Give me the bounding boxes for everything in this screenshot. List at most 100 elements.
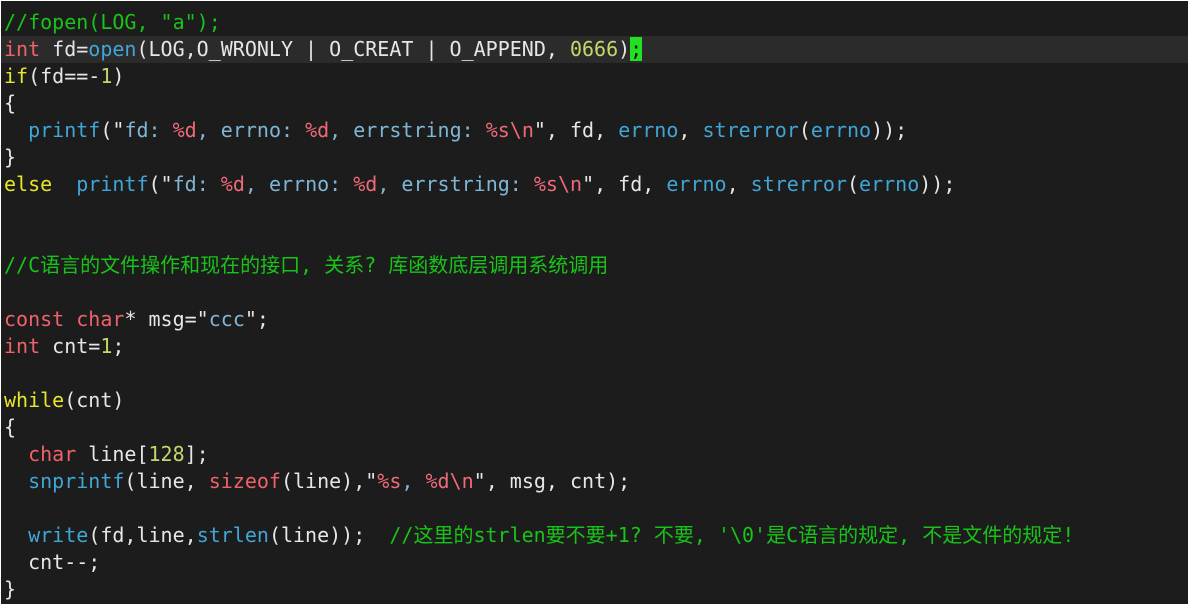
code-token-fmt: %s bbox=[377, 469, 402, 493]
code-token-plain: } bbox=[4, 145, 17, 169]
code-token-fn: printf bbox=[76, 172, 149, 196]
code-line[interactable] bbox=[4, 360, 1188, 387]
code-token-num: 0666 bbox=[569, 37, 619, 61]
code-line[interactable]: { bbox=[4, 90, 1188, 117]
code-token-fn: strerror bbox=[750, 172, 847, 196]
code-line[interactable]: else printf("fd: %d, errno: %d, errstrin… bbox=[4, 171, 1188, 198]
code-token-plain: { bbox=[4, 91, 17, 115]
code-token-str: , errno: bbox=[244, 172, 354, 196]
code-line[interactable] bbox=[4, 279, 1188, 306]
code-token-fn: write bbox=[28, 523, 89, 547]
code-token-str: , bbox=[401, 469, 426, 493]
code-token-fn: errno bbox=[618, 118, 679, 142]
code-token-plain: (LOG,O_WRONLY | O_CREAT | O_APPEND, bbox=[136, 37, 570, 61]
current-code-line[interactable]: int fd=open(LOG,O_WRONLY | O_CREAT | O_A… bbox=[1, 36, 1188, 63]
code-token-str: , errstring: bbox=[377, 172, 534, 196]
code-line[interactable] bbox=[4, 225, 1188, 252]
code-token-plain: (fd,line, bbox=[88, 523, 197, 547]
code-token-str: , errstring: bbox=[329, 118, 486, 142]
code-token-plain: ", fd, bbox=[582, 172, 667, 196]
code-token-plain: (" bbox=[148, 172, 173, 196]
code-token-fmt: %d bbox=[220, 172, 245, 196]
code-token-plain: cnt= bbox=[40, 334, 101, 358]
code-token-num: 128 bbox=[148, 442, 185, 466]
code-token-plain: } bbox=[4, 577, 17, 601]
code-line[interactable]: char line[128]; bbox=[4, 441, 1188, 468]
code-token-plain: { bbox=[4, 415, 17, 439]
code-token-plain: (" bbox=[100, 118, 125, 142]
code-token-ctrl: else bbox=[4, 172, 53, 196]
code-token-plain: (line, bbox=[124, 469, 209, 493]
code-token-fmt: %d\n bbox=[425, 469, 474, 493]
code-line[interactable]: } bbox=[4, 144, 1188, 171]
code-token-fmt: %s\n bbox=[485, 118, 534, 142]
code-token-fn: errno bbox=[666, 172, 727, 196]
text-cursor: ; bbox=[630, 37, 643, 61]
code-token-str: ccc bbox=[208, 307, 245, 331]
code-token-fn: strlen bbox=[196, 523, 269, 547]
code-line[interactable]: snprintf(line, sizeof(line),"%s, %d\n", … bbox=[4, 468, 1188, 495]
code-token-type: char bbox=[28, 442, 77, 466]
code-line[interactable]: //C语言的文件操作和现在的接口, 关系? 库函数底层调用系统调用 bbox=[4, 252, 1188, 279]
code-token-plain: ) bbox=[112, 64, 125, 88]
code-token-plain: ", fd, bbox=[533, 118, 619, 142]
code-token-type: char bbox=[76, 307, 125, 331]
code-line[interactable] bbox=[4, 198, 1188, 225]
code-line[interactable]: //fopen(LOG, "a"); bbox=[4, 9, 1188, 36]
code-area[interactable]: //fopen(LOG, "a"); int fd=open(LOG,O_WRON… bbox=[1, 9, 1188, 603]
code-token-fn: errno bbox=[859, 172, 920, 196]
code-token-fn: strerror bbox=[702, 118, 799, 142]
code-token-fmt: %d bbox=[353, 172, 378, 196]
code-line[interactable]: cnt--; bbox=[4, 549, 1188, 576]
code-token-num: 1 bbox=[100, 64, 113, 88]
code-token-ctrl: if bbox=[4, 64, 29, 88]
code-token-fmt: %s\n bbox=[533, 172, 583, 196]
code-line[interactable]: write(fd,line,strlen(line)); //这里的strlen… bbox=[4, 522, 1188, 549]
code-token-plain: , bbox=[678, 118, 703, 142]
code-token-type: const bbox=[4, 307, 65, 331]
code-editor[interactable]: //fopen(LOG, "a"); int fd=open(LOG,O_WRON… bbox=[1, 1, 1188, 604]
code-token-plain: ]; bbox=[184, 442, 209, 466]
code-line[interactable]: while(cnt) bbox=[4, 387, 1188, 414]
code-line[interactable]: { bbox=[4, 414, 1188, 441]
code-line[interactable]: const char* msg="ccc"; bbox=[4, 306, 1188, 333]
code-token-ctrl: while bbox=[4, 388, 65, 412]
code-token-num: 1 bbox=[100, 334, 113, 358]
code-token-plain: (line)); bbox=[268, 523, 390, 547]
code-token-plain: (line)," bbox=[280, 469, 378, 493]
code-token-plain: ( bbox=[847, 172, 860, 196]
code-token-plain: (fd==- bbox=[28, 64, 101, 88]
code-token-type: sizeof bbox=[208, 469, 281, 493]
code-token-type: int bbox=[4, 334, 41, 358]
code-token-fn: printf bbox=[28, 118, 101, 142]
code-token-plain: * msg=" bbox=[124, 307, 209, 331]
code-line[interactable] bbox=[4, 495, 1188, 522]
code-token-str: fd: bbox=[172, 172, 221, 196]
code-token-str: , errno: bbox=[196, 118, 306, 142]
code-token-fmt: %d bbox=[172, 118, 197, 142]
code-token-plain: ", msg, cnt); bbox=[473, 469, 631, 493]
code-token-plain: )); bbox=[919, 172, 956, 196]
code-token-fn: snprintf bbox=[28, 469, 125, 493]
code-line[interactable]: } bbox=[4, 576, 1188, 603]
code-token-com: //fopen(LOG, "a"); bbox=[4, 10, 221, 34]
code-token-type: int bbox=[4, 37, 41, 61]
code-token-plain: ( bbox=[798, 118, 811, 142]
code-token-fmt: %d bbox=[305, 118, 330, 142]
code-token-plain: "; bbox=[244, 307, 269, 331]
code-line[interactable]: if(fd==-1) bbox=[4, 63, 1188, 90]
code-token-fn: open bbox=[88, 37, 137, 61]
code-token-com: //C语言的文件操作和现在的接口, 关系? 库函数底层调用系统调用 bbox=[4, 253, 609, 277]
code-line[interactable]: printf("fd: %d, errno: %d, errstring: %s… bbox=[4, 117, 1188, 144]
code-line[interactable]: int cnt=1; bbox=[4, 333, 1188, 360]
code-token-plain: fd= bbox=[40, 37, 89, 61]
code-token-plain: )); bbox=[871, 118, 908, 142]
code-token-str: fd: bbox=[124, 118, 173, 142]
code-token-plain: ) bbox=[618, 37, 631, 61]
